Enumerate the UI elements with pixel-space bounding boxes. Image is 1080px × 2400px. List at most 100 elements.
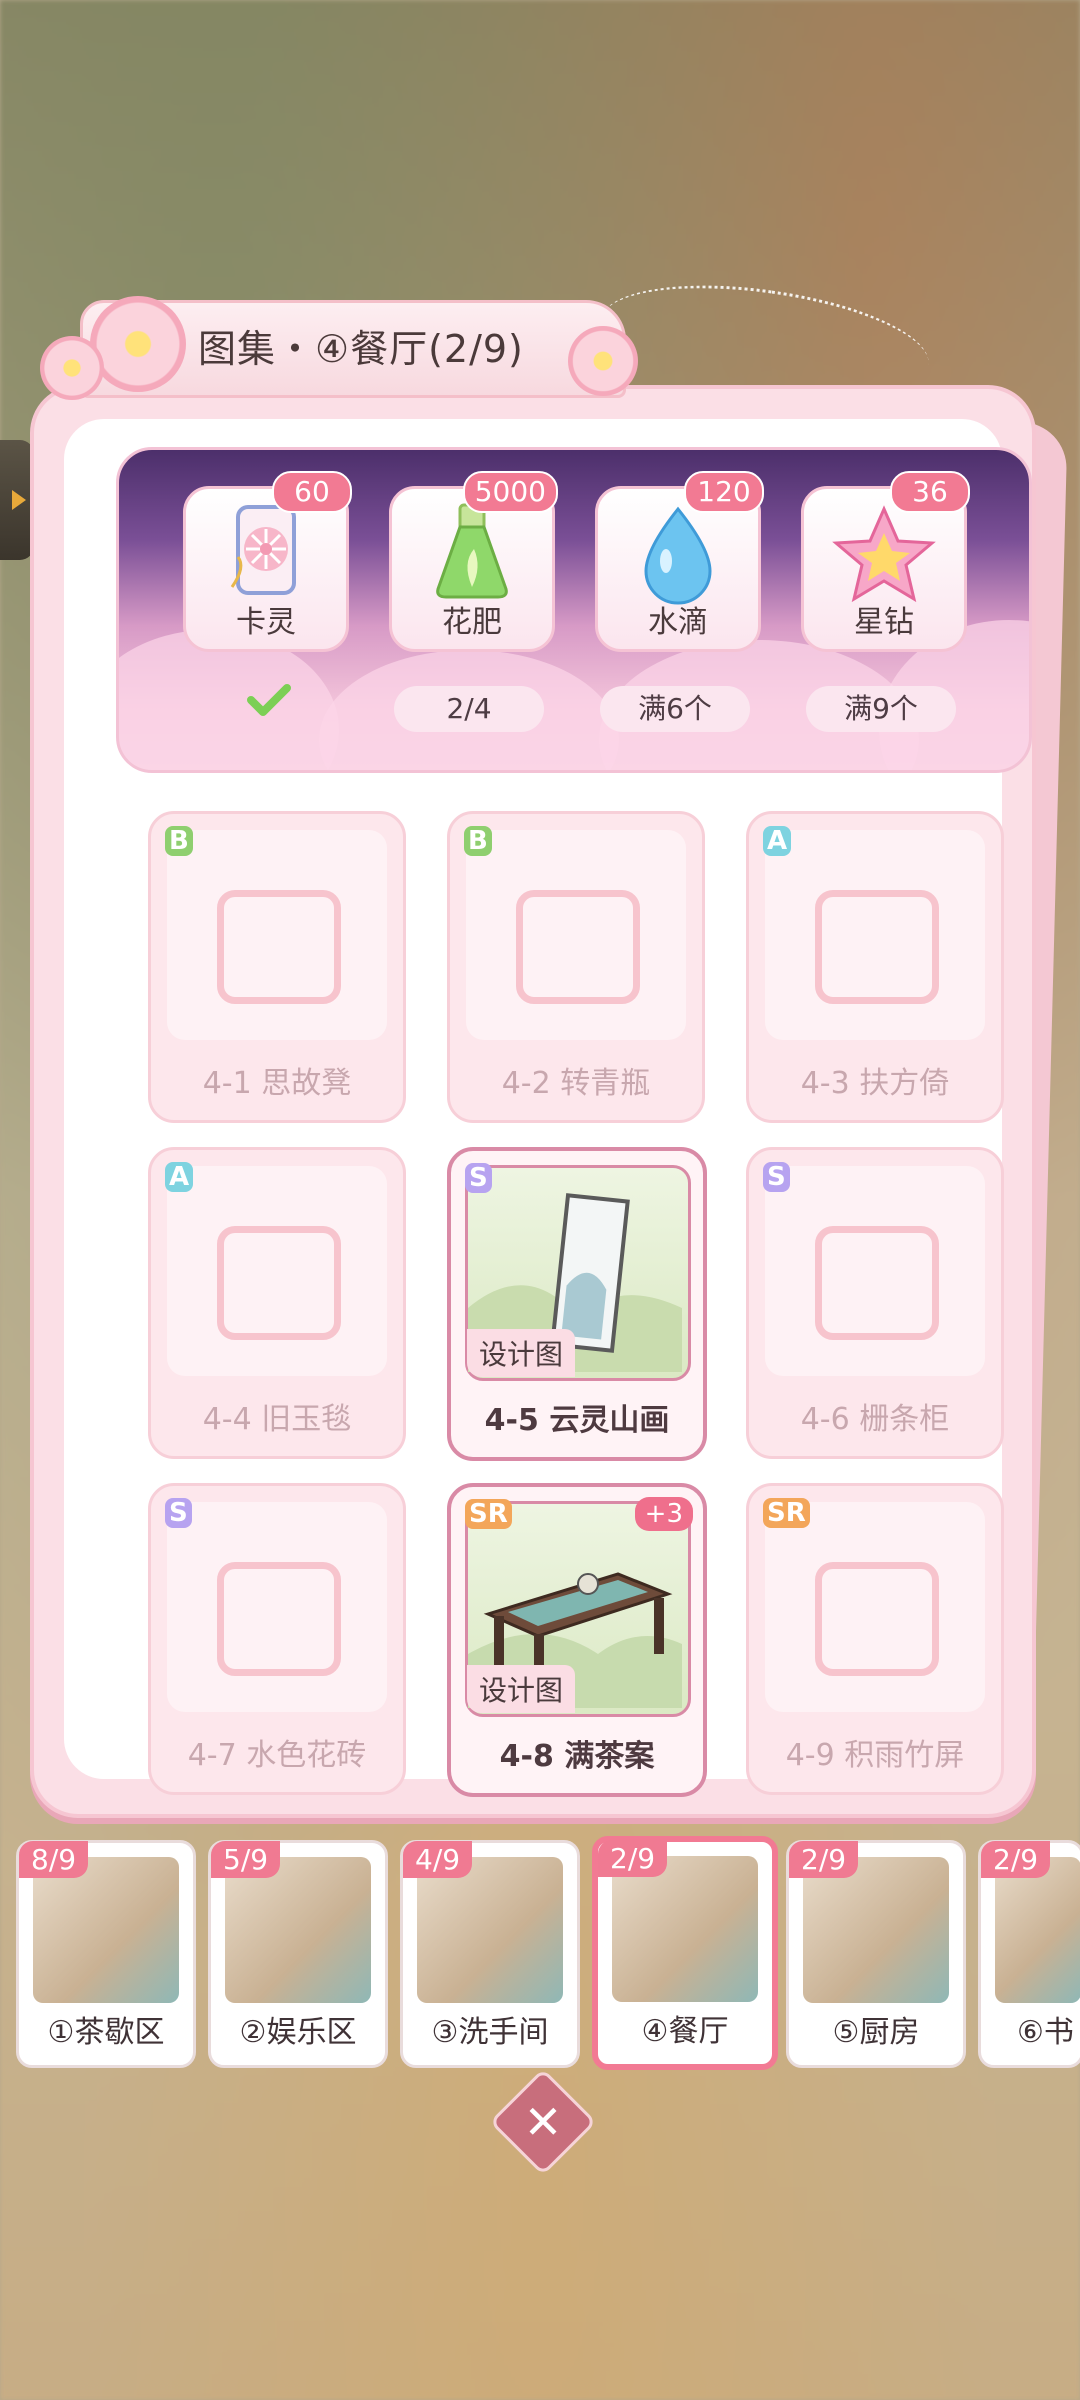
tab-label: ②娱乐区 [239, 2015, 357, 2050]
rank-letter: SR [465, 1499, 512, 1529]
reward-progress: 满9个 [806, 686, 956, 732]
reward-amount-badge: 36 [890, 471, 970, 513]
room-thumbnail [995, 1857, 1080, 2003]
item-image-locked [765, 1502, 985, 1712]
reward-card-huafei[interactable]: 花肥 5000 [389, 471, 558, 652]
reward-amount-badge: 60 [272, 471, 352, 513]
item-image-locked [167, 1502, 387, 1712]
reward-amount-badge: 5000 [462, 471, 558, 513]
rank-letter: S [763, 1162, 790, 1192]
tab-label: ⑥书 [1017, 2015, 1074, 2050]
rank-badge: S [763, 1162, 790, 1192]
rank-badge: SR [763, 1498, 810, 1528]
reward-card-kaling[interactable]: 卡灵 60 [183, 471, 352, 652]
item-name: 4-3 扶方倚 [800, 1066, 950, 1101]
rewards-strip: 卡灵 60 花肥 5000 2/4 水滴 120 满6个 星钻 36 满9个 [116, 447, 1032, 773]
tab-label: ⑤厨房 [832, 2015, 920, 2050]
reward-card-shuidi[interactable]: 水滴 120 [595, 471, 764, 652]
image-placeholder-icon [815, 890, 939, 1004]
progress-badge: 8/9 [19, 1841, 89, 1878]
tab-dining-room[interactable]: 2/9 ④餐厅 [592, 1836, 778, 2070]
tab-kitchen[interactable]: 2/9 ⑤厨房 [786, 1840, 966, 2068]
room-thumbnail [803, 1857, 949, 2003]
item-image-locked [765, 830, 985, 1040]
image-placeholder-icon [217, 1562, 341, 1676]
progress-badge: 4/9 [403, 1841, 473, 1878]
collection-panel: 卡灵 60 花肥 5000 2/4 水滴 120 满6个 星钻 36 满9个 B… [30, 385, 1036, 1818]
reward-label: 星钻 [854, 605, 914, 640]
rank-badge: S [165, 1498, 192, 1528]
reward-card-xingzuan[interactable]: 星钻 36 [801, 471, 970, 652]
image-placeholder-icon [815, 1226, 939, 1340]
item-card-4-9[interactable]: SR 4-9 积雨竹屏 [746, 1483, 1004, 1795]
tab-study[interactable]: 2/9 ⑥书 [978, 1840, 1080, 2068]
flower-decoration [90, 296, 186, 392]
rank-letter: B [165, 826, 193, 856]
check-icon [247, 684, 291, 716]
rank-badge: B [165, 826, 193, 856]
room-thumbnail [612, 1856, 758, 2002]
blueprint-tag: 设计图 [467, 1329, 576, 1377]
progress-badge: 2/9 [598, 1840, 668, 1877]
item-name: 4-4 旧玉毯 [202, 1402, 352, 1437]
item-name: 4-2 转青瓶 [501, 1066, 651, 1101]
item-image-locked [466, 830, 686, 1040]
blueprint-tag: 设计图 [467, 1665, 576, 1713]
reward-label: 花肥 [442, 605, 502, 640]
rank-letter: A [165, 1162, 194, 1192]
close-icon[interactable]: ✕ [505, 2084, 581, 2160]
progress-badge: 2/9 [981, 1841, 1051, 1878]
reward-label: 水滴 [648, 605, 708, 640]
item-name: 4-7 水色花砖 [187, 1738, 367, 1773]
item-card-4-4[interactable]: A 4-4 旧玉毯 [148, 1147, 406, 1459]
rank-badge: A [763, 826, 792, 856]
item-name: 4-1 思故凳 [202, 1066, 352, 1101]
rank-letter: S [465, 1163, 492, 1193]
image-placeholder-icon [516, 890, 640, 1004]
rank-badge: S [465, 1163, 492, 1193]
item-card-4-2[interactable]: B 4-2 转青瓶 [447, 811, 705, 1123]
panel-inner: 卡灵 60 花肥 5000 2/4 水滴 120 满6个 星钻 36 满9个 B… [64, 419, 1032, 1797]
tab-label: ①茶歇区 [47, 2015, 165, 2050]
side-expand-tab[interactable] [0, 440, 34, 560]
flower-decoration [40, 336, 104, 400]
item-name: 4-6 栅条柜 [800, 1402, 950, 1437]
room-thumbnail [225, 1857, 371, 2003]
rank-letter: S [165, 1498, 192, 1528]
item-card-4-6[interactable]: S 4-6 栅条柜 [746, 1147, 1004, 1459]
reward-label: 卡灵 [236, 605, 296, 640]
item-card-4-1[interactable]: B 4-1 思故凳 [148, 811, 406, 1123]
room-thumbnail [33, 1857, 179, 2003]
image-placeholder-icon [217, 1226, 341, 1340]
upgrade-count-badge: +3 [634, 1497, 693, 1531]
item-card-4-7[interactable]: S 4-7 水色花砖 [148, 1483, 406, 1795]
tab-entertainment-area[interactable]: 5/9 ②娱乐区 [208, 1840, 388, 2068]
progress-badge: 2/9 [789, 1841, 859, 1878]
reward-progress: 满6个 [600, 686, 750, 732]
item-card-4-3[interactable]: A 4-3 扶方倚 [746, 811, 1004, 1123]
reward-progress: 2/4 [394, 686, 544, 732]
item-card-4-5[interactable]: S 设计图 4-5 云灵山画 [447, 1147, 707, 1461]
item-name: 4-5 云灵山画 [484, 1403, 670, 1438]
item-card-4-8[interactable]: SR +3 设计图 4-8 满茶案 [447, 1483, 707, 1797]
rank-badge: B [464, 826, 492, 856]
image-placeholder-icon [217, 890, 341, 1004]
rank-badge: SR [465, 1499, 512, 1529]
rank-letter: B [464, 826, 492, 856]
item-name: 4-8 满茶案 [499, 1739, 655, 1774]
progress-badge: 5/9 [211, 1841, 281, 1878]
tab-restroom[interactable]: 4/9 ③洗手间 [400, 1840, 580, 2068]
item-image-locked [765, 1166, 985, 1376]
tab-label: ④餐厅 [641, 2014, 729, 2049]
page-title: 图集・④餐厅(2/9) [198, 327, 524, 371]
item-name: 4-9 积雨竹屏 [785, 1738, 965, 1773]
rank-letter: A [763, 826, 792, 856]
flower-decoration [568, 326, 638, 396]
room-thumbnail [417, 1857, 563, 2003]
rank-letter: SR [763, 1498, 810, 1528]
image-placeholder-icon [815, 1562, 939, 1676]
rank-badge: A [165, 1162, 194, 1192]
tab-label: ③洗手间 [431, 2015, 549, 2050]
reward-amount-badge: 120 [684, 471, 764, 513]
tab-tea-break-area[interactable]: 8/9 ①茶歇区 [16, 1840, 196, 2068]
